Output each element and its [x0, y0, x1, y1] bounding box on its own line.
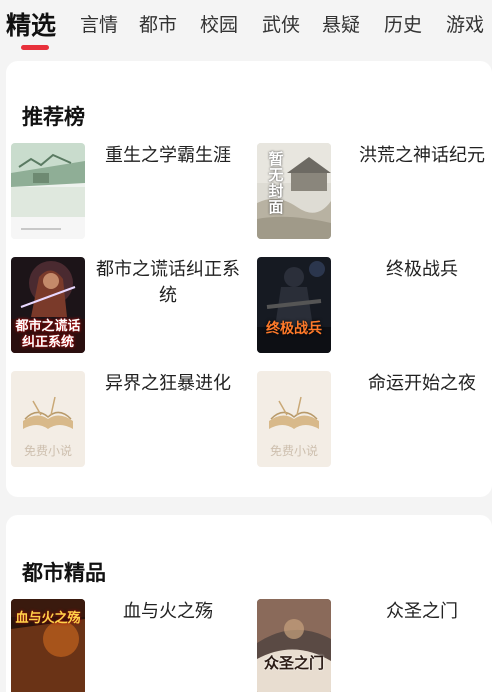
book-cover: 血与火之殇: [11, 599, 85, 692]
book-cover: 暂无封面: [257, 143, 331, 239]
city-picks-section: 都市精品 血与火之殇 血与火之殇 众圣之门 众圣之门: [6, 515, 492, 692]
book-title: 重生之学霸生涯: [105, 145, 231, 166]
book-item[interactable]: 暂无封面 洪荒之神话纪元: [257, 143, 491, 239]
tab-featured[interactable]: 精选: [6, 6, 56, 42]
book-cover: 终极战兵: [257, 257, 331, 353]
book-item[interactable]: 重生之学霸生涯: [11, 143, 241, 239]
placeholder-cover-label: 免费小说: [269, 444, 318, 458]
tab-romance[interactable]: 言情: [80, 10, 118, 37]
book-title: 血与火之殇: [123, 601, 213, 622]
category-tab-bar: 精选 言情 都市 校园 武侠 悬疑 历史 游戏: [0, 0, 492, 60]
book-cover: 免费小说: [257, 371, 331, 467]
book-title: 众圣之门: [386, 601, 458, 622]
book-item[interactable]: 免费小说 异界之狂暴进化: [11, 371, 241, 467]
tab-martial-arts[interactable]: 武侠: [262, 10, 300, 37]
book-title: 都市之谎话纠正系统: [96, 259, 240, 306]
book-title: 异界之狂暴进化: [105, 373, 231, 394]
section-title: 都市精品: [22, 561, 106, 585]
book-item[interactable]: 免费小说 命运开始之夜: [257, 371, 491, 467]
book-title: 命运开始之夜: [368, 373, 476, 394]
book-cover: [11, 143, 85, 239]
active-tab-indicator: [21, 45, 49, 50]
book-item[interactable]: 都市之谎话 纠正系统 都市之谎话纠正系统: [11, 257, 241, 353]
tab-history[interactable]: 历史: [384, 10, 422, 37]
book-cover: 众圣之门: [257, 599, 331, 692]
book-title: 洪荒之神话纪元: [359, 145, 485, 166]
book-cover: 都市之谎话 纠正系统: [11, 257, 85, 353]
tab-mystery[interactable]: 悬疑: [322, 10, 360, 37]
recommended-section: 推荐榜 重生之学霸生涯 暂无封面 洪荒之神话纪元 都市之谎话 纠正系统 都市之谎…: [6, 61, 492, 497]
placeholder-cover-label: 免费小说: [23, 444, 72, 458]
book-item[interactable]: 众圣之门 众圣之门: [257, 599, 491, 692]
book-title: 终极战兵: [386, 259, 458, 280]
book-cover: 免费小说: [11, 371, 85, 467]
section-title: 推荐榜: [22, 105, 85, 129]
tab-city[interactable]: 都市: [139, 10, 177, 37]
book-item[interactable]: 血与火之殇 血与火之殇: [11, 599, 241, 692]
tab-games[interactable]: 游戏: [446, 10, 484, 37]
book-item[interactable]: 终极战兵 终极战兵: [257, 257, 491, 353]
tab-campus[interactable]: 校园: [200, 10, 238, 37]
